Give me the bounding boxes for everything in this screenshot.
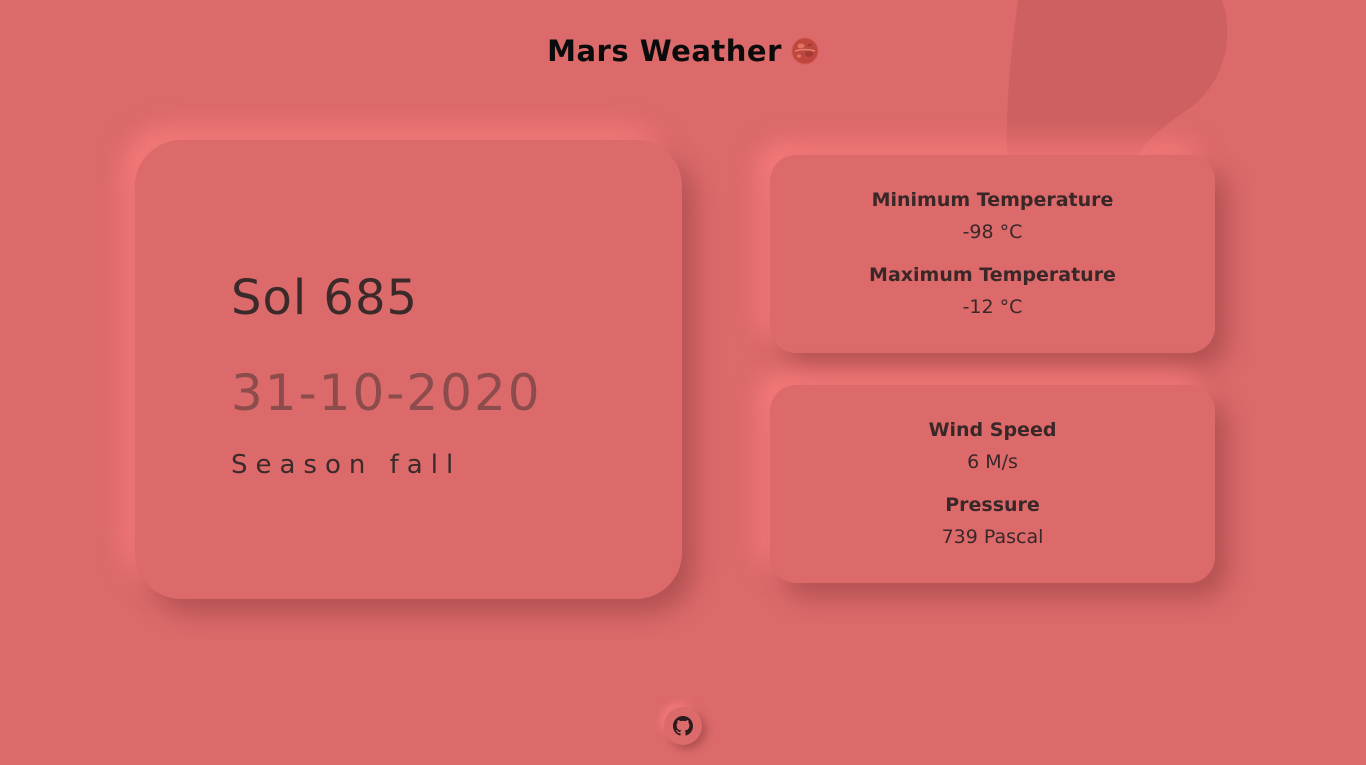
pressure-block: Pressure 739 Pascal — [770, 493, 1215, 549]
wind-speed-label: Wind Speed — [928, 419, 1057, 441]
max-temperature-block: Maximum Temperature -12 °C — [770, 263, 1215, 319]
max-temperature-label: Maximum Temperature — [869, 264, 1116, 286]
mars-planet-icon — [791, 37, 819, 65]
sol-card: Sol 685 31-10-2020 Season fall — [135, 140, 682, 599]
wind-speed-block: Wind Speed 6 M/s — [770, 418, 1215, 474]
wind-pressure-card: Wind Speed 6 M/s Pressure 739 Pascal — [770, 385, 1215, 583]
background-blob-shape — [1006, 0, 1228, 170]
min-temperature-block: Minimum Temperature -98 °C — [770, 188, 1215, 244]
sol-number: Sol 685 — [231, 270, 419, 326]
github-link-button[interactable] — [664, 707, 702, 745]
pressure-value: 739 Pascal — [941, 526, 1044, 548]
wind-speed-value: 6 M/s — [967, 451, 1018, 473]
github-icon — [673, 716, 693, 736]
page-title: Mars Weather — [547, 34, 819, 68]
min-temperature-value: -98 °C — [962, 221, 1023, 243]
max-temperature-value: -12 °C — [962, 296, 1023, 318]
temperature-card: Minimum Temperature -98 °C Maximum Tempe… — [770, 155, 1215, 353]
earth-date: 31-10-2020 — [231, 364, 542, 422]
pressure-label: Pressure — [945, 494, 1040, 516]
title-text: Mars Weather — [547, 34, 782, 68]
min-temperature-label: Minimum Temperature — [871, 189, 1114, 211]
season-label: Season fall — [231, 450, 462, 480]
page-header: Mars Weather — [0, 34, 1366, 68]
